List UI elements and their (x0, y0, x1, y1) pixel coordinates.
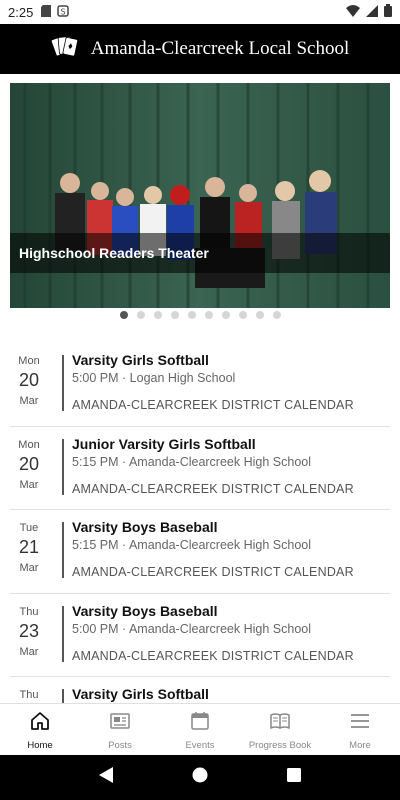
home-circle-icon[interactable] (192, 767, 208, 788)
event-info: Varsity Girls Softball (72, 686, 390, 703)
nav-item-label: Events (185, 740, 215, 751)
carousel-dot[interactable] (272, 311, 281, 319)
event-date: Mon 20 Mar (10, 439, 48, 491)
event-date: Thu 23 Mar (10, 606, 48, 658)
event-day: 20 (18, 453, 40, 474)
nav-item-progress-book[interactable]: Progress Book (240, 704, 320, 755)
carousel-dot[interactable] (187, 311, 196, 319)
status-time: 2:25 (8, 4, 34, 20)
carousel-dot[interactable] (170, 311, 179, 319)
event-date: Mon 20 Mar (10, 355, 48, 407)
event-title: Varsity Girls Softball (72, 686, 209, 702)
bottom-navigation: Home Posts Events Progress Book More (0, 703, 400, 755)
nav-item-label: More (349, 740, 371, 751)
event-divider (62, 522, 64, 578)
home-icon (29, 710, 51, 737)
event-calendar-name: AMANDA-CLEARCREEK DISTRICT CALENDAR (72, 398, 354, 412)
svg-text:S: S (61, 7, 66, 16)
event-divider (62, 605, 64, 662)
event-list-item[interactable]: Mon 20 Mar Junior Varsity Girls Softball 5:1… (10, 427, 390, 510)
event-title: Varsity Girls Softball (72, 352, 209, 368)
wifi-icon (346, 4, 360, 20)
event-info: Varsity Boys Baseball 5:15 PM · Amanda-Cl… (72, 519, 390, 579)
nav-item-events[interactable]: Events (160, 704, 240, 755)
event-month: Mar (19, 395, 39, 407)
event-info: Junior Varsity Girls Softball 5:15 PM · A… (72, 436, 390, 496)
playing-cards-icon (50, 34, 79, 65)
event-divider (62, 689, 64, 703)
status-bar: 2:25 S (0, 0, 400, 24)
app-header: Amanda-Clearcreek Local School (0, 24, 400, 74)
sd-card-icon (41, 4, 52, 20)
event-time-location: 5:00 PM · Logan High School (72, 371, 236, 385)
system-navigation-bar (0, 755, 400, 800)
event-list-item[interactable]: Mon 20 Mar Varsity Girls Softball 5:00 PM · … (10, 343, 390, 427)
event-weekday: Thu (19, 605, 39, 618)
carousel-dot[interactable] (238, 311, 247, 319)
carousel-dot[interactable] (221, 311, 230, 319)
event-calendar-name: AMANDA-CLEARCREEK DISTRICT CALENDAR (72, 565, 354, 579)
carousel-caption: Highschool Readers Theater (10, 233, 390, 273)
newspaper-icon (109, 710, 131, 737)
book-icon (269, 710, 291, 737)
event-list-item[interactable]: Thu Varsity Girls Softball (10, 677, 390, 703)
calendar-icon (189, 710, 211, 737)
event-day: 21 (18, 537, 40, 557)
nav-item-label: Posts (108, 740, 132, 751)
back-icon[interactable] (99, 767, 114, 788)
carousel-dot[interactable] (136, 311, 145, 319)
event-calendar-name: AMANDA-CLEARCREEK DISTRICT CALENDAR (72, 481, 354, 496)
event-list-item[interactable]: Thu 23 Mar Varsity Boys Baseball 5:00 PM · A… (10, 594, 390, 677)
events-list: Mon 20 Mar Varsity Girls Softball 5:00 PM · … (0, 343, 400, 703)
app-title: Amanda-Clearcreek Local School (90, 38, 350, 59)
carousel-photo (10, 83, 390, 308)
menu-icon (349, 710, 371, 737)
nav-item-label: Home (27, 740, 53, 751)
event-weekday: Mon (18, 355, 40, 367)
event-calendar-name: AMANDA-CLEARCREEK DISTRICT CALENDAR (72, 648, 354, 663)
event-time-location: 5:15 PM · Amanda-Clearcreek High School (72, 538, 312, 552)
event-info: Varsity Girls Softball 5:00 PM · Logan Hi… (72, 352, 390, 412)
event-divider (62, 355, 64, 411)
event-title: Varsity Boys Baseball (72, 602, 218, 619)
event-title: Junior Varsity Girls Softball (72, 435, 256, 452)
carousel-pagination[interactable] (0, 311, 400, 319)
event-weekday: Mon (18, 438, 40, 451)
sync-icon: S (57, 4, 70, 20)
event-day: 20 (18, 370, 40, 390)
event-time-location: 5:15 PM · Amanda-Clearcreek High School (72, 454, 312, 469)
event-divider (62, 438, 64, 495)
nav-item-more[interactable]: More (320, 704, 400, 755)
carousel-dot[interactable] (153, 311, 162, 319)
nav-item-posts[interactable]: Posts (80, 704, 160, 755)
event-info: Varsity Boys Baseball 5:00 PM · Amanda-Cl… (72, 603, 390, 663)
battery-icon (384, 4, 392, 20)
event-list-item[interactable]: Tue 21 Mar Varsity Boys Baseball 5:15 PM · A… (10, 510, 390, 594)
recents-icon[interactable] (286, 768, 301, 787)
event-time-location: 5:00 PM · Amanda-Clearcreek High School (72, 621, 312, 636)
event-date: Tue 21 Mar (10, 522, 48, 574)
event-weekday: Thu (19, 689, 39, 701)
event-month: Mar (19, 562, 39, 574)
signal-icon (366, 4, 378, 20)
nav-item-home[interactable]: Home (0, 704, 80, 755)
nav-item-label: Progress Book (248, 740, 312, 751)
event-date: Thu (10, 689, 48, 703)
event-title: Varsity Boys Baseball (72, 519, 218, 535)
event-month: Mar (19, 645, 39, 658)
featured-carousel[interactable]: Highschool Readers Theater (10, 83, 390, 308)
event-month: Mar (19, 478, 39, 491)
carousel-dot[interactable] (255, 311, 264, 319)
carousel-dot[interactable] (204, 311, 213, 319)
event-day: 23 (18, 620, 40, 641)
event-weekday: Tue (19, 522, 39, 534)
carousel-dot[interactable] (119, 311, 128, 319)
